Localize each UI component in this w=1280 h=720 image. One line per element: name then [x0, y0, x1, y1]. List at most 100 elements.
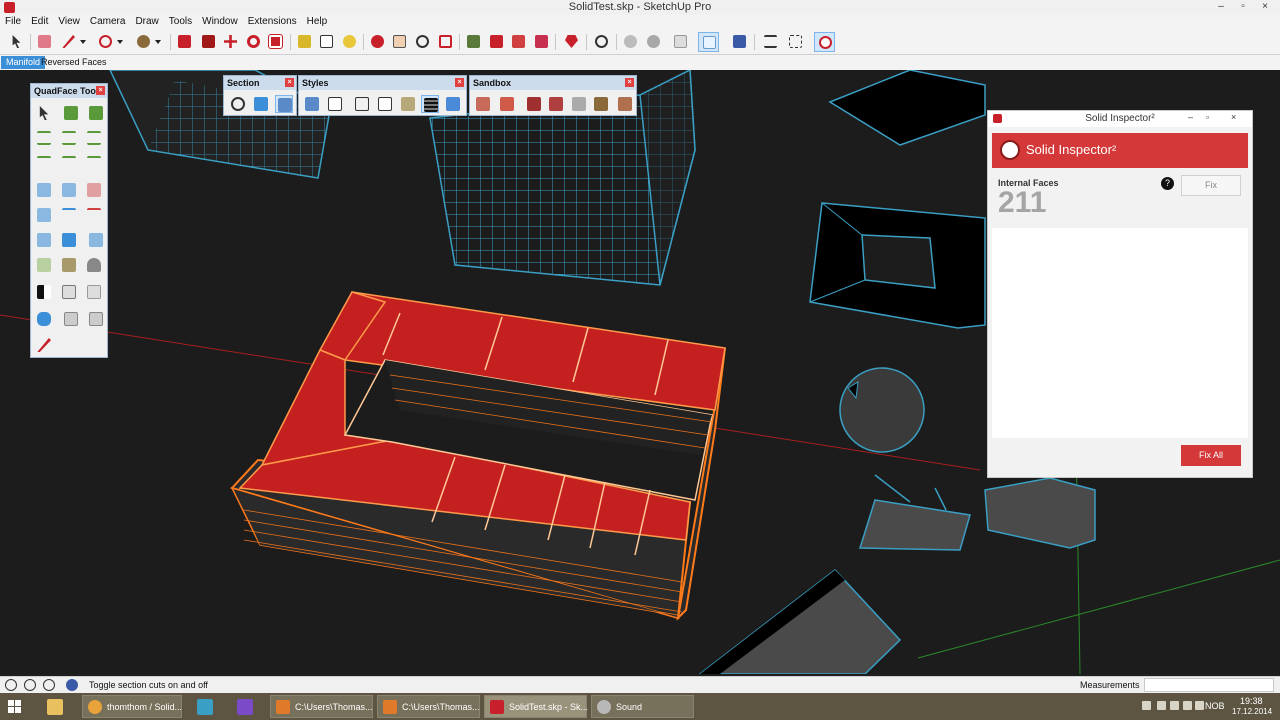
inspector-close-button[interactable]: ×: [1231, 112, 1236, 122]
text-tool-button[interactable]: [316, 32, 337, 52]
back-edges-button[interactable]: [326, 95, 344, 113]
qf-region-to-loop-button[interactable]: [35, 181, 53, 199]
help-status-icon[interactable]: [66, 679, 78, 691]
qf-remove-loops-button[interactable]: [85, 206, 103, 224]
pan-tool-button[interactable]: [389, 32, 410, 52]
network-icon[interactable]: [1183, 701, 1192, 710]
wireframe-style-button[interactable]: [698, 32, 719, 52]
inspector-title-bar[interactable]: Solid Inspector² – ▫ ×: [988, 111, 1252, 127]
qf-connect-button[interactable]: [35, 206, 53, 224]
user-icon[interactable]: [43, 679, 55, 691]
wireframe-button[interactable]: [353, 95, 371, 113]
qf-wireframe-button[interactable]: [87, 310, 105, 328]
qf-make-planar-button[interactable]: [62, 310, 80, 328]
input-language[interactable]: NOB: [1205, 701, 1225, 711]
zoom-tool-button[interactable]: [412, 32, 433, 52]
tray-app-icon[interactable]: [1157, 701, 1166, 710]
help-icon[interactable]: ?: [1161, 177, 1174, 190]
follow-me-button[interactable]: [198, 32, 219, 52]
shaded-textures-button[interactable]: [421, 95, 439, 113]
smoove-button[interactable]: [525, 95, 543, 113]
qf-build-corners-button[interactable]: [35, 231, 53, 249]
ruby-console-button[interactable]: [561, 32, 582, 52]
qf-shrink-loop-button[interactable]: [85, 154, 103, 172]
taskbar-item-editor-2[interactable]: C:\Users\Thomas...: [377, 695, 480, 718]
display-section-planes-button[interactable]: [252, 95, 270, 113]
menu-tools[interactable]: Tools: [164, 15, 197, 29]
stamp-button[interactable]: [547, 95, 565, 113]
shaded-button[interactable]: [399, 95, 417, 113]
menu-edit[interactable]: Edit: [26, 15, 53, 29]
qf-grow-selection-button[interactable]: [62, 104, 80, 122]
qf-uv-tools-button[interactable]: [85, 256, 103, 274]
solid-inspector-button[interactable]: [591, 32, 612, 52]
menu-draw[interactable]: Draw: [130, 15, 163, 29]
tape-measure-button[interactable]: [294, 32, 315, 52]
qf-grow-ring-button[interactable]: [60, 129, 78, 147]
qf-remove-triangulation-button[interactable]: [85, 283, 103, 301]
orbit-tool-button[interactable]: [367, 32, 388, 52]
close-icon[interactable]: ×: [625, 78, 634, 87]
volume-icon[interactable]: [1195, 701, 1204, 710]
monochrome-style-button[interactable]: [729, 32, 750, 52]
select-tool-button[interactable]: [6, 32, 27, 52]
taskbar-item-browser[interactable]: thomthom / Solid...: [82, 695, 182, 718]
section-cut-button[interactable]: [785, 32, 806, 52]
taskbar-item-editor-1[interactable]: C:\Users\Thomas...: [270, 695, 373, 718]
extension-warehouse-button[interactable]: [531, 32, 552, 52]
file-explorer-pin[interactable]: [38, 695, 72, 718]
taskbar-item-sketchup[interactable]: SolidTest.skp - Sk...: [484, 695, 588, 718]
clock-date[interactable]: 17.12.2014: [1232, 707, 1272, 716]
zoom-extents-button[interactable]: [435, 32, 456, 52]
qf-insert-loops-button[interactable]: [60, 206, 78, 224]
qf-smooth-quads-button[interactable]: [35, 283, 53, 301]
qf-select-ring-button[interactable]: [35, 129, 53, 147]
menu-file[interactable]: File: [0, 15, 26, 29]
paint-bucket-button[interactable]: [339, 32, 360, 52]
qf-shrink-selection-button[interactable]: [87, 104, 105, 122]
section-plane-tool-button[interactable]: [229, 95, 247, 113]
chevron-down-icon[interactable]: [155, 40, 161, 44]
hidden-line-button[interactable]: [376, 95, 394, 113]
chevron-down-icon[interactable]: [117, 40, 123, 44]
inspector-maximize-button[interactable]: ▫: [1206, 112, 1209, 122]
rotate-tool-button[interactable]: [243, 32, 264, 52]
section-panel-title[interactable]: Section ×: [224, 76, 296, 90]
close-icon[interactable]: ×: [96, 86, 105, 95]
arc-tool-button[interactable]: [95, 32, 123, 52]
scale-tool-button[interactable]: [265, 32, 286, 52]
qf-loop-to-region-button[interactable]: [60, 181, 78, 199]
qf-triangulate-button[interactable]: [60, 283, 78, 301]
maximize-button[interactable]: ▫: [1232, 0, 1254, 15]
qf-uv-mapping-button[interactable]: [35, 256, 53, 274]
shapes-tool-button[interactable]: [133, 32, 161, 52]
qf-grow-loop-button[interactable]: [60, 154, 78, 172]
tray-chevron-icon[interactable]: [1142, 701, 1151, 710]
qf-offset-loop-button[interactable]: [35, 310, 53, 328]
get-models-button[interactable]: [508, 32, 529, 52]
tab-reversed-faces[interactable]: Reversed Faces: [36, 56, 112, 69]
menu-view[interactable]: View: [53, 15, 85, 29]
tray-app-icon[interactable]: [1170, 701, 1179, 710]
qf-flip-edge-button[interactable]: [87, 231, 105, 249]
quadface-panel-title[interactable]: QuadFace Tools ×: [31, 84, 107, 98]
menu-help[interactable]: Help: [302, 15, 333, 29]
move-tool-button[interactable]: [220, 32, 241, 52]
qf-select-button[interactable]: [35, 104, 53, 122]
flip-edge-button[interactable]: [616, 95, 634, 113]
clock-time[interactable]: 19:38: [1240, 696, 1263, 706]
windows-start-icon[interactable]: [8, 700, 21, 713]
add-detail-button[interactable]: [592, 95, 610, 113]
push-pull-button[interactable]: [174, 32, 195, 52]
measurements-input[interactable]: [1144, 678, 1274, 692]
monochrome-button[interactable]: [444, 95, 462, 113]
display-section-cuts-button[interactable]: [814, 32, 835, 52]
credits-icon[interactable]: [24, 679, 36, 691]
fix-button[interactable]: Fix: [1181, 175, 1241, 196]
tool-pin[interactable]: [188, 695, 222, 718]
from-scratch-button[interactable]: [498, 95, 516, 113]
display-section-cuts-toggle[interactable]: [275, 95, 293, 113]
error-list[interactable]: [992, 228, 1248, 438]
qf-build-ends-button[interactable]: [60, 231, 78, 249]
sandbox-panel-title[interactable]: Sandbox ×: [470, 76, 636, 90]
